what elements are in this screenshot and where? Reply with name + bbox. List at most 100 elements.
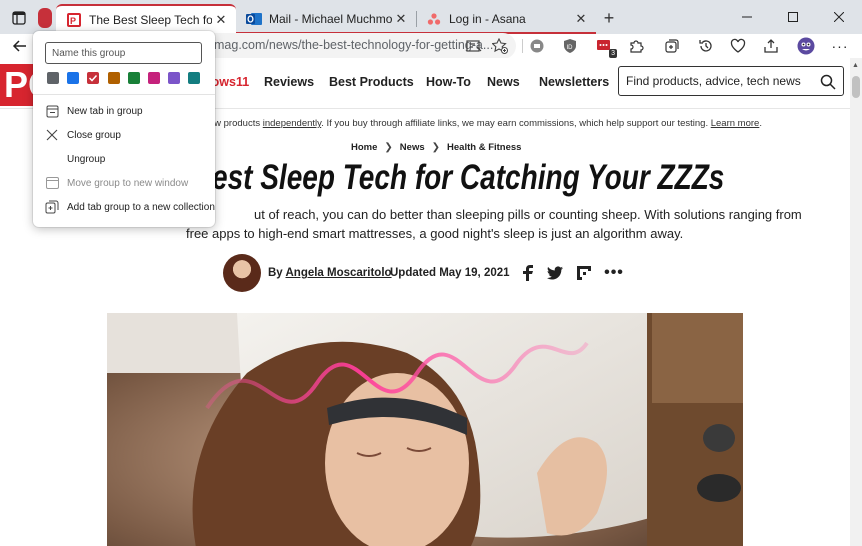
collection-icon: [44, 199, 60, 215]
updated-date: Updated May 19, 2021: [390, 267, 510, 279]
tab-title: The Best Sleep Tech for Catching: [89, 13, 212, 27]
read-aloud-icon: [466, 40, 482, 52]
back-arrow-icon: [12, 40, 26, 52]
learn-more-link[interactable]: Learn more: [711, 118, 760, 129]
author-avatar[interactable]: [223, 254, 261, 292]
facebook-icon: [523, 265, 533, 281]
collections-button[interactable]: [662, 36, 682, 56]
byline-prefix: By: [268, 267, 286, 279]
share-button[interactable]: [761, 36, 781, 56]
asana-icon: [426, 11, 442, 27]
back-button[interactable]: [10, 36, 30, 56]
profile-button[interactable]: [796, 36, 816, 56]
menu-item-label: New tab in group: [67, 105, 143, 117]
author-link[interactable]: Angela Moscaritolo: [285, 267, 391, 279]
tab-actions-icon: [12, 11, 26, 25]
chevron-right-icon: ❯: [384, 142, 393, 153]
color-swatch-cyan[interactable]: [188, 72, 200, 84]
independently-link[interactable]: independently: [263, 118, 321, 129]
close-icon: [834, 12, 844, 22]
color-swatch-grey[interactable]: [47, 72, 59, 84]
nav-news[interactable]: News: [487, 75, 520, 89]
new-tab-button[interactable]: +: [598, 8, 620, 28]
favorites-button[interactable]: [728, 36, 748, 56]
tab-asana[interactable]: Log in - Asana ✕: [416, 4, 596, 34]
search-input[interactable]: Find products, advice, tech news: [626, 74, 801, 88]
nav-how-to[interactable]: How-To: [426, 75, 471, 89]
more-icon: •••: [604, 264, 624, 281]
site-search[interactable]: Find products, advice, tech news: [618, 66, 844, 96]
minimize-button[interactable]: [724, 0, 770, 34]
dek-line: free apps to high-end smart mattresses, …: [186, 226, 684, 241]
nav-reviews[interactable]: Reviews: [264, 75, 314, 89]
breadcrumb-news[interactable]: News: [400, 142, 425, 153]
group-name-input[interactable]: Name this group: [45, 42, 202, 64]
page-scrollbar[interactable]: [850, 58, 862, 546]
close-window-button[interactable]: [816, 0, 862, 34]
more-icon: ···: [831, 38, 849, 54]
tab-group-pill[interactable]: [38, 8, 52, 28]
tab-actions-button[interactable]: [8, 8, 30, 28]
menu-item-close-group[interactable]: Close group: [33, 124, 215, 146]
new-tab-icon: [44, 103, 60, 119]
menu-item-label: Ungroup: [67, 153, 106, 165]
extension-3-button[interactable]: 3: [594, 36, 617, 58]
check-icon: [88, 74, 98, 82]
twitter-icon: [547, 266, 563, 280]
twitter-share-button[interactable]: [546, 264, 564, 282]
star-add-icon: [492, 38, 508, 54]
puzzle-icon: [630, 40, 644, 53]
search-icon: [820, 74, 836, 90]
menu-item-label: Add tab group to a new collection: [67, 201, 215, 213]
color-swatch-pink[interactable]: [148, 72, 160, 84]
sleeping-woman-photo: [107, 313, 743, 546]
tab-title: Mail - Michael Muchmore - Outl: [269, 12, 392, 26]
more-share-button[interactable]: •••: [604, 264, 624, 282]
color-swatch-green[interactable]: [128, 72, 140, 84]
share-icon: [764, 39, 778, 53]
read-aloud-button[interactable]: [464, 36, 484, 56]
breadcrumb: Home ❯ News ❯ Health & Fitness: [351, 142, 521, 153]
breadcrumb-health[interactable]: Health & Fitness: [447, 142, 521, 153]
color-swatch-purple[interactable]: [168, 72, 180, 84]
tab-title: Log in - Asana: [449, 12, 526, 26]
close-tab-icon[interactable]: ✕: [212, 11, 230, 29]
tab-outlook[interactable]: Mail - Michael Muchmore - Outl ✕: [236, 4, 416, 34]
settings-menu-button[interactable]: ···: [830, 36, 850, 56]
history-button[interactable]: [696, 36, 716, 56]
flipboard-share-button[interactable]: [575, 264, 593, 282]
article-headline: est Sleep Tech for Catching Your ZZZs: [212, 158, 725, 197]
menu-item-move-group-to-new-window[interactable]: Move group to new window: [33, 172, 215, 194]
tab-group-menu: Name this group New tab in group Close g…: [33, 31, 215, 227]
menu-item-add-to-collection[interactable]: Add tab group to a new collection: [33, 196, 215, 218]
close-tab-icon[interactable]: ✕: [572, 10, 590, 28]
scrollbar-thumb[interactable]: [852, 76, 860, 98]
hero-image: [107, 313, 743, 546]
svg-text:ID: ID: [567, 45, 574, 51]
color-swatch-blue[interactable]: [67, 72, 79, 84]
menu-divider: [33, 94, 215, 95]
nav-newsletters[interactable]: Newsletters: [539, 75, 609, 89]
facebook-share-button[interactable]: [519, 264, 537, 282]
extensions-button[interactable]: [626, 36, 646, 56]
breadcrumb-home[interactable]: Home: [351, 142, 377, 153]
extension-1-button[interactable]: [527, 36, 547, 56]
chevron-right-icon: ❯: [431, 142, 441, 153]
extension-2-button[interactable]: ID: [560, 36, 580, 56]
scroll-up-icon[interactable]: ▲: [852, 62, 859, 69]
close-tab-icon[interactable]: ✕: [392, 10, 410, 28]
byline: By Angela Moscaritolo: [268, 267, 392, 279]
nav-best-products[interactable]: Best Products: [329, 75, 414, 89]
maximize-button[interactable]: [770, 0, 816, 34]
extension-badge: 3: [609, 49, 617, 58]
tab-pcmag[interactable]: P The Best Sleep Tech for Catching ✕: [56, 4, 236, 34]
menu-item-ungroup[interactable]: Ungroup: [33, 148, 215, 170]
favorites-add-button[interactable]: [490, 36, 510, 56]
browser-window: P The Best Sleep Tech for Catching ✕ Mai…: [0, 0, 862, 546]
menu-item-new-tab-in-group[interactable]: New tab in group: [33, 100, 215, 122]
color-swatch-red[interactable]: [87, 72, 99, 84]
stop-circle-icon: [530, 39, 544, 53]
close-icon: [44, 127, 60, 143]
color-swatch-orange[interactable]: [108, 72, 120, 84]
dek-line: ut of reach, you can do better than slee…: [254, 207, 802, 222]
